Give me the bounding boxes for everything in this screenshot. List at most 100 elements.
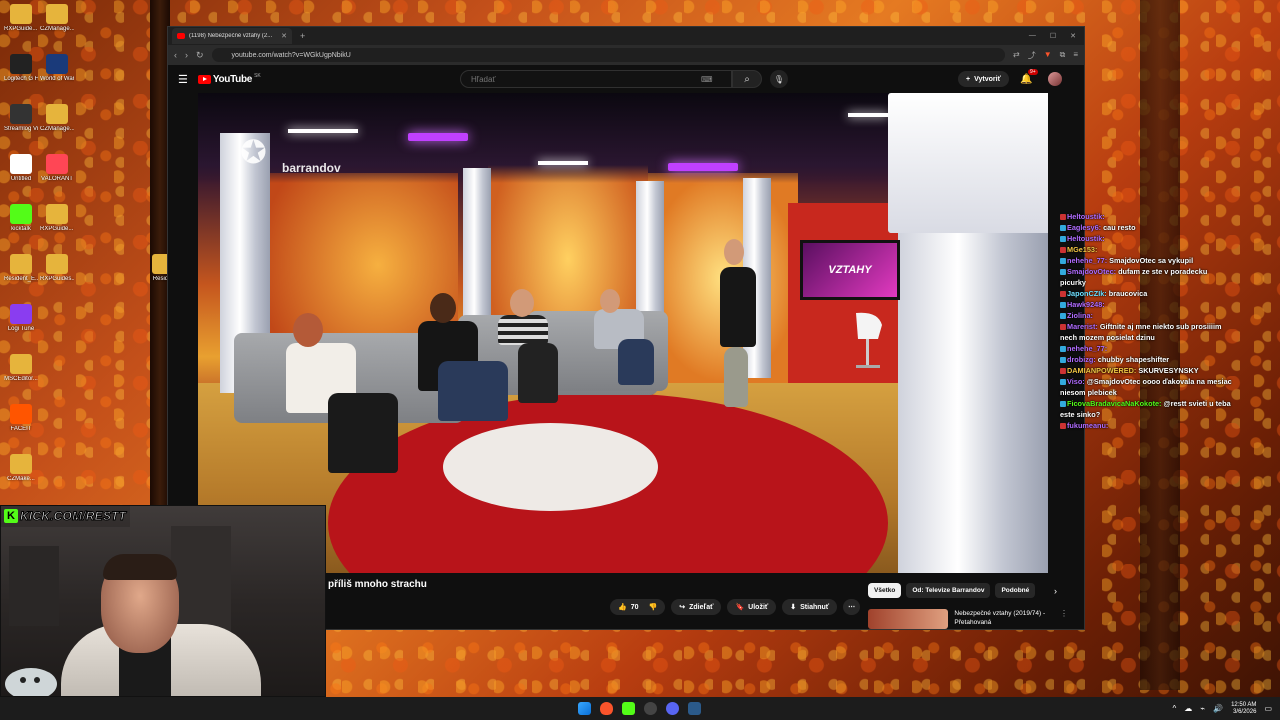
notifications-icon[interactable]: ▭ — [1264, 704, 1272, 713]
notifications-bell-icon[interactable]: 🔔 — [1020, 74, 1032, 85]
share-button[interactable]: ↪ Zdieľať — [671, 599, 722, 615]
guest-head — [293, 313, 323, 347]
search-input[interactable] — [471, 74, 701, 84]
desktop-icon[interactable]: CZMake... — [4, 454, 38, 483]
menu-icon[interactable]: ≡ — [1073, 50, 1078, 61]
desktop-icon[interactable]: kicktalk — [4, 204, 38, 233]
notification-count-badge: 9+ — [1028, 69, 1038, 75]
desktop-icon[interactable]: Resident_E... — [4, 254, 38, 283]
chat-message: Eaglesy6: cau resto — [1060, 222, 1235, 233]
chat-username[interactable]: MGe153: — [1067, 245, 1097, 254]
download-button[interactable]: ⬇ Stiahnuť — [782, 599, 838, 615]
chat-message: nehehe_77: SmajdovOtec sa vykupil — [1060, 255, 1235, 266]
cloud-icon[interactable]: ☁ — [1184, 704, 1192, 713]
close-tab-icon[interactable]: ✕ — [281, 32, 287, 40]
chat-username[interactable]: JaponCZIk: — [1067, 289, 1107, 298]
brave-browser-icon[interactable] — [600, 702, 613, 715]
voice-search-button[interactable]: 🎙 — [770, 70, 788, 88]
chat-username[interactable]: DAMIANPOWERED: — [1067, 366, 1136, 375]
desktop-icon[interactable]: Logitech G HUB — [4, 54, 38, 83]
desktop-icon[interactable]: CZManage... — [40, 104, 74, 133]
user-badge-icon — [1060, 379, 1066, 386]
system-clock[interactable]: 12:50 AM 3/6/2026 — [1231, 702, 1256, 716]
desktop-icon[interactable]: RXPGuides... — [40, 254, 74, 283]
desktop-icon[interactable]: FACEIT — [4, 404, 38, 433]
maximize-icon[interactable]: ☐ — [1050, 32, 1056, 40]
desktop-icon[interactable]: Untitled — [4, 154, 38, 183]
desktop-icon-label: CZManage... — [40, 26, 74, 32]
obs-icon[interactable] — [644, 702, 657, 715]
chat-username[interactable]: Eaglesy6: — [1067, 223, 1101, 232]
video-title: příliš mnoho strachu — [328, 579, 427, 590]
ceiling-light — [288, 129, 358, 133]
chat-username[interactable]: Ziolina: — [1067, 311, 1093, 320]
browser-tab[interactable]: (1198) Nebezpečné vztahy (2... ✕ — [172, 28, 292, 44]
desktop-icon[interactable]: RXPGuide... Cracked — [4, 4, 38, 33]
more-vertical-icon[interactable]: ⋮ — [1060, 609, 1068, 629]
new-tab-icon[interactable]: + — [300, 31, 305, 41]
chat-username[interactable]: fukumeanu: — [1067, 421, 1108, 430]
url-field[interactable]: youtube.com/watch?v=WGkUgpNbikU — [211, 48, 1005, 62]
save-button[interactable]: 🔖 Uložiť — [727, 599, 777, 615]
like-button[interactable]: 👍 70 👎 — [610, 599, 666, 615]
bookmark-icon: 🔖 — [735, 604, 745, 611]
brave-shield-icon[interactable]: ▼ — [1044, 50, 1052, 61]
chip-related[interactable]: Podobné — [995, 583, 1036, 598]
chat-username[interactable]: Hawk9248: — [1067, 300, 1105, 309]
chip-channel[interactable]: Od: Televize Barrandov — [906, 583, 991, 598]
chat-username[interactable]: nehehe_77: — [1067, 344, 1107, 353]
chevron-right-icon[interactable]: › — [1054, 586, 1057, 596]
recommended-thumbnail[interactable] — [868, 609, 949, 629]
hamburger-menu-icon[interactable]: ☰ — [178, 73, 188, 86]
chat-username[interactable]: Heltoustik: — [1067, 212, 1105, 221]
close-window-icon[interactable]: ✕ — [1070, 32, 1076, 40]
app-icon — [10, 104, 32, 124]
youtube-logo[interactable]: YouTube SK — [197, 73, 261, 85]
terminal-icon[interactable] — [688, 702, 701, 715]
barrandov-star-icon: ✪ — [240, 134, 267, 170]
chat-username[interactable]: nehehe_77: — [1067, 256, 1107, 265]
desktop-icon[interactable]: World of Warcraft — [40, 54, 74, 83]
more-actions-button[interactable]: ⋯ — [843, 599, 861, 615]
recommended-video[interactable]: Nebezpečné vztahy (2019/74) - Přetahovan… — [868, 609, 1068, 629]
translate-icon[interactable]: ⇄ — [1013, 50, 1020, 61]
chat-username[interactable]: FicovaBradavicaNaKokote: — [1067, 399, 1162, 408]
user-badge-icon — [1060, 291, 1066, 298]
desktop-icon[interactable]: RXPGuide... Cracked — [40, 204, 74, 233]
search-button[interactable]: ⌕ — [732, 70, 762, 88]
video-player[interactable]: VZTAHY ✪ barrandov ✶ — [198, 93, 1048, 573]
keyboard-icon[interactable]: ⌨ — [701, 75, 713, 84]
share-icon[interactable]: ⤴ — [1028, 50, 1036, 61]
user-badge-icon — [1060, 324, 1066, 331]
chat-username[interactable]: Marerist: — [1067, 322, 1098, 331]
chat-username[interactable]: drobizg: — [1067, 355, 1096, 364]
chat-username[interactable]: Heltoustik: — [1067, 234, 1105, 243]
create-button[interactable]: + Vytvoriť — [958, 71, 1009, 87]
reload-icon[interactable]: ↻ — [196, 50, 204, 61]
chat-username[interactable]: SmajdovOtec: — [1067, 267, 1116, 276]
tray-chevron-icon[interactable]: ^ — [1173, 704, 1177, 713]
desktop-icon[interactable]: Streamlog VirtualCam — [4, 104, 38, 133]
minimize-icon[interactable]: — — [1029, 32, 1036, 40]
desktop-icon[interactable]: Logi Tune — [4, 304, 38, 333]
desktop-icon[interactable]: VALORANT — [40, 154, 74, 183]
country-code: SK — [254, 73, 261, 79]
back-icon[interactable]: ‹ — [174, 50, 177, 60]
volume-icon[interactable]: 🔊 — [1213, 704, 1223, 713]
network-icon[interactable]: ⌁ — [1200, 704, 1205, 713]
desktop-icon-label: Logitech G HUB — [4, 76, 38, 82]
thumbs-down-icon[interactable]: 👎 — [649, 603, 658, 611]
chat-username[interactable]: Viso: — [1067, 377, 1085, 386]
forward-icon[interactable]: › — [185, 50, 188, 60]
desktop-icon[interactable]: MSCEditor... — [4, 354, 38, 383]
account-avatar[interactable] — [1048, 72, 1062, 86]
discord-icon[interactable] — [666, 702, 679, 715]
chat-message: fukumeanu: — [1060, 420, 1235, 431]
youtube-play-icon — [197, 74, 211, 84]
kick-app-icon[interactable] — [622, 702, 635, 715]
recommended-title[interactable]: Nebezpečné vztahy (2019/74) - Přetahovan… — [954, 609, 1054, 629]
extensions-icon[interactable]: ⧉ — [1060, 50, 1066, 61]
chip-all[interactable]: Všetko — [868, 583, 902, 598]
windows-start-icon[interactable] — [578, 702, 591, 715]
desktop-icon[interactable]: CZManage... — [40, 4, 74, 33]
